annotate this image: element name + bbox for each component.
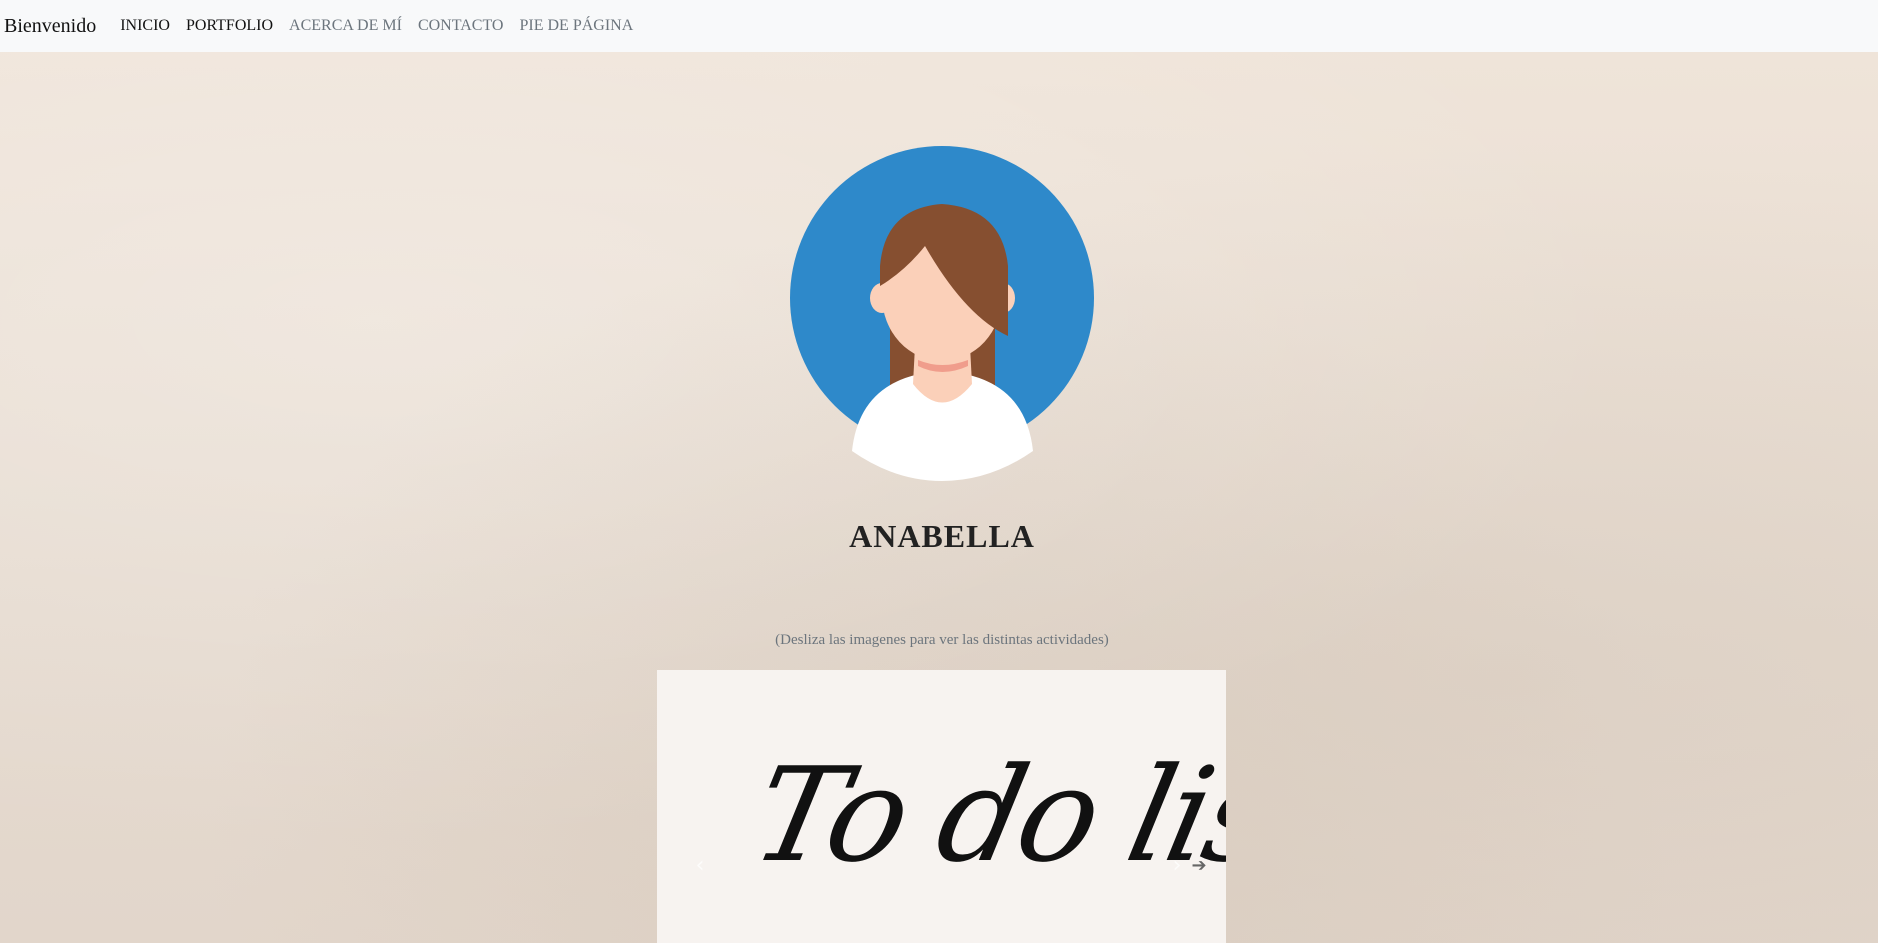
chevron-left-icon[interactable]: ‹ <box>685 850 715 880</box>
arrow-right-icon[interactable]: ➔ <box>1184 850 1214 880</box>
carousel[interactable]: To do list <box>657 670 1226 943</box>
nav-link-pie[interactable]: PIE DE PÁGINA <box>519 17 633 35</box>
carousel-hint: (Desliza las imagenes para ver las disti… <box>775 632 1109 648</box>
nav-link-portfolio[interactable]: PORTFOLIO <box>186 17 273 35</box>
nav-link-contacto[interactable]: CONTACTO <box>418 17 504 35</box>
avatar-icon <box>790 146 1094 481</box>
profile-name: ANABELLA <box>849 518 1035 554</box>
nav-link-inicio[interactable]: INICIO <box>120 17 170 35</box>
nav-link-acerca[interactable]: ACERCA DE MÍ <box>289 17 402 35</box>
profile-avatar <box>790 146 1095 481</box>
navbar: Bienvenido INICIO PORTFOLIO ACERCA DE MÍ… <box>0 0 1878 52</box>
navbar-brand[interactable]: Bienvenido <box>4 15 96 38</box>
carousel-slide-title: To do list <box>740 739 1226 891</box>
